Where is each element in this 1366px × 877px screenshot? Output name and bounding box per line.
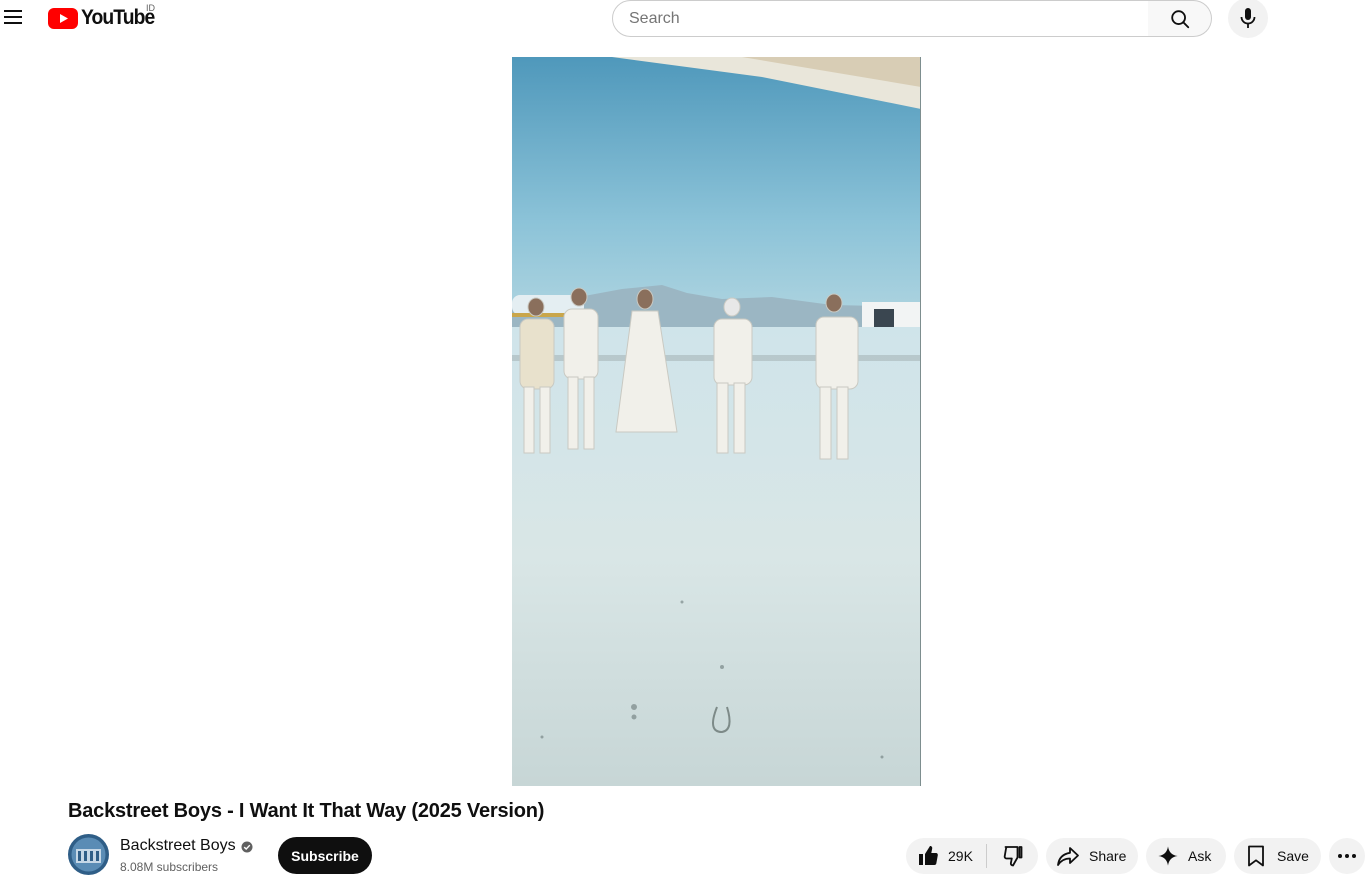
like-dislike-group: 29K [906, 838, 1038, 874]
ask-label: Ask [1188, 848, 1212, 864]
like-button[interactable]: 29K [906, 838, 986, 874]
search-icon [1170, 9, 1189, 28]
channel-name[interactable]: Backstreet Boys [120, 837, 236, 855]
youtube-play-logo-icon [48, 7, 78, 29]
save-button[interactable]: Save [1234, 838, 1321, 874]
share-label: Share [1089, 848, 1127, 864]
video-player[interactable] [512, 57, 921, 786]
subscribe-button[interactable]: Subscribe [278, 837, 372, 874]
share-button[interactable]: Share [1046, 838, 1138, 874]
video-frame [512, 57, 921, 786]
hamburger-menu-icon[interactable] [0, 4, 26, 30]
search-input[interactable] [629, 9, 1148, 28]
dislike-button[interactable] [987, 838, 1038, 874]
sparkle-icon [1158, 846, 1178, 866]
youtube-logo[interactable]: YouTube [48, 6, 161, 30]
logo-text: YouTube [81, 6, 155, 29]
like-count: 29K [948, 848, 973, 864]
thumbs-down-icon [1003, 846, 1022, 867]
voice-search-button[interactable] [1228, 0, 1268, 38]
video-title: Backstreet Boys - I Want It That Way (20… [68, 800, 545, 822]
share-icon [1057, 847, 1079, 866]
search-box[interactable] [612, 0, 1149, 37]
thumbs-up-icon [919, 846, 938, 865]
channel-avatar[interactable] [68, 834, 109, 875]
more-horizontal-icon [1338, 854, 1356, 858]
microphone-icon [1240, 8, 1256, 28]
bookmark-icon [1248, 845, 1264, 867]
more-actions-button[interactable] [1329, 838, 1365, 874]
search-button[interactable] [1148, 0, 1212, 37]
verified-check-icon [241, 841, 253, 853]
save-label: Save [1277, 848, 1309, 864]
country-code: ID [146, 3, 155, 13]
subscriber-count: 8.08M subscribers [120, 860, 219, 874]
ask-button[interactable]: Ask [1146, 838, 1226, 874]
